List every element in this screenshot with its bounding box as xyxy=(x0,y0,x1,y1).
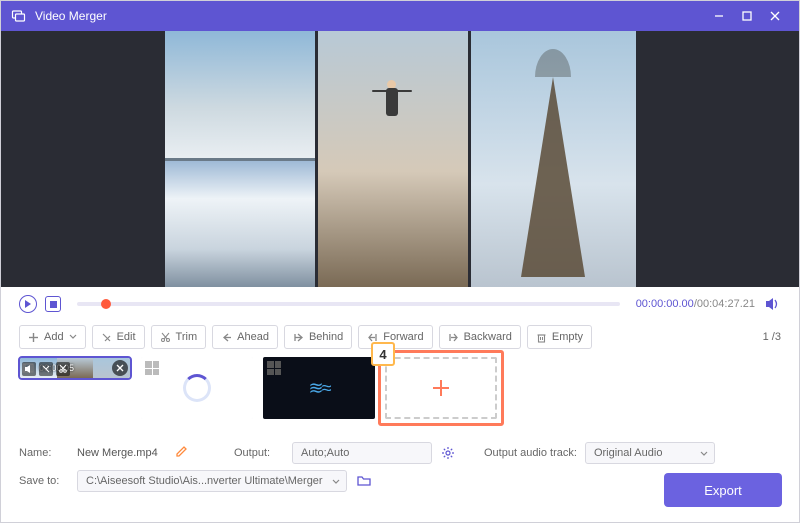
add-label: Add xyxy=(44,331,64,343)
forward-button[interactable]: Forward xyxy=(358,325,432,349)
clip-remove-button[interactable] xyxy=(112,360,128,376)
output-settings-icon[interactable] xyxy=(440,445,456,461)
step-callout: 4 xyxy=(371,342,395,366)
name-label: Name: xyxy=(19,447,69,459)
clip-strip: 00:00:05 ≋≈ 4 xyxy=(1,353,799,433)
maximize-button[interactable] xyxy=(733,2,761,30)
grid-icon xyxy=(267,361,281,375)
settings-panel: Name: New Merge.mp4 Output: Auto;Auto Ou… xyxy=(1,433,799,495)
backward-button[interactable]: Backward xyxy=(439,325,521,349)
name-value: New Merge.mp4 xyxy=(77,447,167,459)
audio-select[interactable]: Original Audio xyxy=(585,442,715,464)
clip-1[interactable]: 00:00:05 xyxy=(19,357,131,379)
save-path-value: C:\Aiseesoft Studio\Ais...nverter Ultima… xyxy=(86,475,323,487)
clip-trim-icon[interactable] xyxy=(56,362,70,376)
edit-button[interactable]: Edit xyxy=(92,325,145,349)
output-label: Output: xyxy=(234,447,284,459)
output-value: Auto;Auto xyxy=(301,447,349,459)
clip-2[interactable] xyxy=(141,357,253,419)
page-total: 3 xyxy=(775,331,781,343)
behind-label: Behind xyxy=(309,331,343,343)
seek-handle[interactable] xyxy=(101,299,111,309)
app-window: Video Merger 00:00:00.00/00:04:27.21 xyxy=(0,0,800,523)
export-button[interactable]: Export xyxy=(664,473,782,507)
ahead-label: Ahead xyxy=(237,331,269,343)
preview-pane-right xyxy=(471,31,636,287)
edit-label: Edit xyxy=(117,331,136,343)
empty-button[interactable]: Empty xyxy=(527,325,592,349)
preview-pane-middle xyxy=(318,31,468,287)
save-path-select[interactable]: C:\Aiseesoft Studio\Ais...nverter Ultima… xyxy=(77,470,347,492)
clip-edit-icon[interactable] xyxy=(39,362,53,376)
empty-label: Empty xyxy=(552,331,583,343)
time-display: 00:00:00.00/00:04:27.21 xyxy=(636,298,755,310)
save-label: Save to: xyxy=(19,475,69,487)
preview-pane-left xyxy=(165,31,315,287)
output-select[interactable]: Auto;Auto xyxy=(292,442,432,464)
volume-icon[interactable] xyxy=(763,295,781,313)
grid-icon xyxy=(145,361,159,375)
minimize-button[interactable] xyxy=(705,2,733,30)
playback-bar: 00:00:00.00/00:04:27.21 xyxy=(1,287,799,321)
open-folder-icon[interactable] xyxy=(355,472,373,490)
close-button[interactable] xyxy=(761,2,789,30)
trim-label: Trim xyxy=(176,331,198,343)
chevron-down-icon xyxy=(332,478,340,486)
title-bar: Video Merger xyxy=(1,1,799,31)
behind-button[interactable]: Behind xyxy=(284,325,352,349)
play-button[interactable] xyxy=(19,295,37,313)
chevron-down-icon xyxy=(69,333,77,341)
clip-3[interactable]: ≋≈ xyxy=(263,357,375,419)
pagination: 1 /3 xyxy=(763,331,781,343)
backward-label: Backward xyxy=(464,331,512,343)
preview-area xyxy=(1,31,799,287)
app-title: Video Merger xyxy=(35,9,107,23)
export-label: Export xyxy=(704,483,742,498)
chevron-down-icon xyxy=(700,450,708,458)
stop-button[interactable] xyxy=(45,296,61,312)
edit-name-icon[interactable] xyxy=(175,445,188,461)
audio-label: Output audio track: xyxy=(484,447,577,459)
add-button[interactable]: Add xyxy=(19,325,86,349)
page-current: 1 xyxy=(763,331,769,343)
ahead-button[interactable]: Ahead xyxy=(212,325,278,349)
mute-icon[interactable] xyxy=(22,362,36,376)
current-time: 00:00:00.00 xyxy=(636,298,694,310)
app-icon xyxy=(11,8,27,24)
add-clip-button[interactable] xyxy=(385,357,497,419)
seek-track[interactable] xyxy=(77,302,620,306)
toolbar: Add Edit Trim Ahead Behind Forward Backw… xyxy=(1,321,799,353)
duration-time: 00:04:27.21 xyxy=(697,298,755,310)
trim-button[interactable]: Trim xyxy=(151,325,207,349)
audio-value: Original Audio xyxy=(594,447,663,459)
